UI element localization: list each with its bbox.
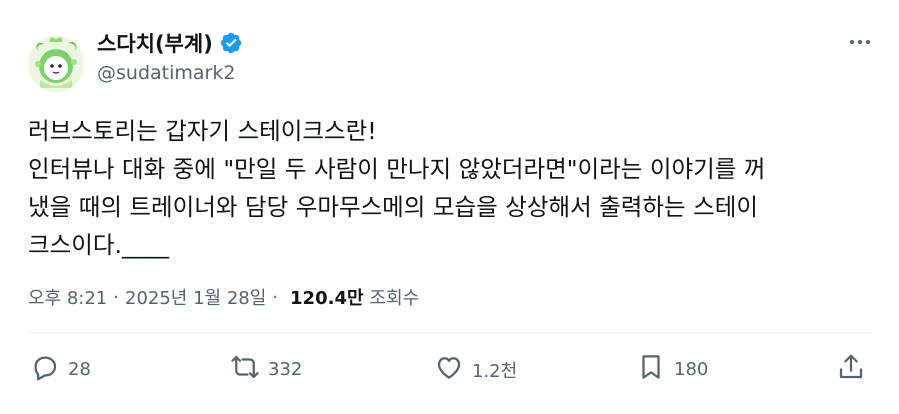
share-icon xyxy=(836,352,866,387)
tweet-line: 크스이다.____ xyxy=(28,231,169,259)
tweet-line: 인터뷰나 대화 중에 "만일 두 사람이 만나지 않았더라면"이라는 이야기를 … xyxy=(28,155,766,183)
bookmark-count: 180 xyxy=(674,359,709,380)
like-button[interactable]: 1.2천 xyxy=(434,352,517,387)
view-count-label: 조회수 xyxy=(369,288,420,309)
retweet-icon xyxy=(230,352,260,387)
tweet-line: 냈을 때의 트레이너와 담당 우마무스메의 모습을 상상해서 출력하는 스테이 xyxy=(28,193,758,221)
tweet-card: 스다치(부계) @sudatimark2 러브스토리는 갑자기 스테이크스란! … xyxy=(0,0,899,414)
reply-button[interactable]: 28 xyxy=(30,352,91,387)
tweet-meta: 오후 8:21 · 2025년 1월 28일 · 120.4만 조회수 xyxy=(28,284,419,310)
tweet-line: 러브스토리는 갑자기 스테이크스란! xyxy=(28,117,377,145)
more-options-icon[interactable] xyxy=(842,30,878,54)
verified-badge-icon[interactable] xyxy=(219,31,243,55)
divider xyxy=(28,332,871,333)
meta-separator: · xyxy=(113,286,119,308)
like-count: 1.2천 xyxy=(472,360,518,382)
action-bar: 28 332 1.2천 180 xyxy=(0,352,899,396)
reply-icon xyxy=(30,352,60,387)
tweet-date[interactable]: 2025년 1월 28일 xyxy=(125,284,266,310)
bookmark-icon xyxy=(636,352,666,387)
reply-count: 28 xyxy=(68,359,91,380)
share-button[interactable] xyxy=(836,352,866,387)
author-display-name[interactable]: 스다치(부계) xyxy=(97,28,213,58)
tweet-time[interactable]: 오후 8:21 xyxy=(28,284,107,310)
author-name-row: 스다치(부계) xyxy=(97,28,243,58)
author-handle[interactable]: @sudatimark2 xyxy=(97,62,235,84)
frog-mascot-icon xyxy=(28,36,84,92)
retweet-count: 332 xyxy=(268,359,303,380)
heart-icon xyxy=(434,352,464,387)
bookmark-button[interactable]: 180 xyxy=(636,352,708,387)
retweet-button[interactable]: 332 xyxy=(230,352,302,387)
meta-separator: · xyxy=(272,286,279,308)
view-count[interactable]: 120.4만 xyxy=(290,284,364,310)
avatar[interactable] xyxy=(28,36,84,92)
tweet-text: 러브스토리는 갑자기 스테이크스란! 인터뷰나 대화 중에 "만일 두 사람이 … xyxy=(28,112,878,264)
